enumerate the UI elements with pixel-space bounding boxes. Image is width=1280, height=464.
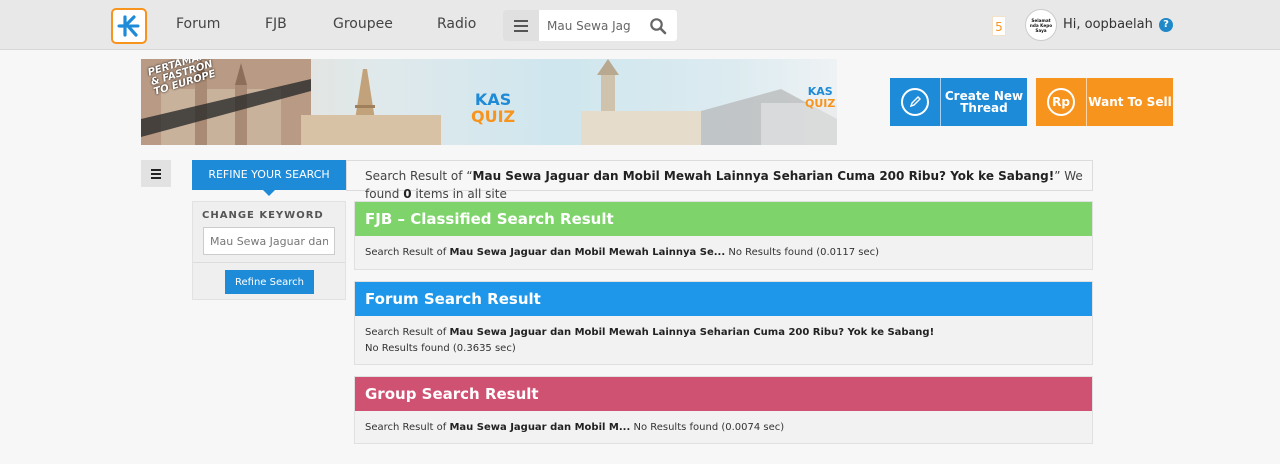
change-keyword-label: CHANGE KEYWORD xyxy=(202,210,324,221)
pencil-icon-glyph xyxy=(909,96,921,108)
fjb-result-title[interactable]: FJB – Classified Search Result xyxy=(355,202,1092,236)
group-result-panel: Group Search Result Search Result of Mau… xyxy=(354,376,1093,444)
summary-count: 0 xyxy=(403,187,412,201)
group-result-title[interactable]: Group Search Result xyxy=(355,377,1092,411)
search-input[interactable] xyxy=(547,16,635,36)
banner-kas-large: KAS xyxy=(474,90,512,109)
group-result-query: Mau Sewa Jaguar dan Mobil M... xyxy=(449,422,631,433)
search-summary: Search Result of “Mau Sewa Jaguar dan Mo… xyxy=(346,160,1093,201)
create-thread-label: Create New Thread xyxy=(944,89,1024,115)
refine-search-tab[interactable]: REFINE YOUR SEARCH xyxy=(192,160,346,196)
forum-result-query: Mau Sewa Jaguar dan Mobil Mewah Lainnya … xyxy=(449,327,935,338)
nav-fjb[interactable]: FJB xyxy=(265,16,287,32)
avatar[interactable]: Selamat nda Kepo Saya xyxy=(1025,9,1057,41)
search-summary-text: Search Result of “Mau Sewa Jaguar dan Mo… xyxy=(365,167,1085,203)
fjb-result-body: Search Result of Mau Sewa Jaguar dan Mob… xyxy=(355,236,1092,270)
rupiah-icon-box: Rp xyxy=(1036,78,1087,126)
sidebar-menu-bar xyxy=(151,168,161,171)
refine-search-button[interactable]: Refine Search xyxy=(225,270,314,294)
promo-banner[interactable]: PERTAMAX & FASTRON TO EUROPE KAS QUIZ KA… xyxy=(141,59,837,145)
summary-suffix: items in all site xyxy=(411,187,507,201)
fjb-result-status: No Results found (0.0117 sec) xyxy=(725,247,880,258)
nav-forum[interactable]: Forum xyxy=(176,16,220,32)
help-icon[interactable]: ? xyxy=(1159,18,1173,32)
search-box xyxy=(503,10,677,41)
group-result-prefix: Search Result of xyxy=(365,422,450,433)
change-keyword-panel: CHANGE KEYWORD Refine Search xyxy=(192,201,346,300)
user-greeting[interactable]: Hi, oopbaelah xyxy=(1063,17,1153,32)
top-header: Forum FJB Groupee Radio 5 Selamat nda Ke… xyxy=(0,0,1280,50)
group-result-status: No Results found (0.0074 sec) xyxy=(630,422,785,433)
nav-groupee[interactable]: Groupee xyxy=(333,16,393,32)
want-to-sell-button[interactable]: Rp Want To Sell xyxy=(1036,78,1173,126)
forum-result-body: Search Result of Mau Sewa Jaguar dan Mob… xyxy=(355,316,955,366)
sidebar-menu-bar xyxy=(151,176,161,179)
banner-kas-quiz-large: KAS QUIZ xyxy=(471,91,515,125)
fjb-result-panel: FJB – Classified Search Result Search Re… xyxy=(354,201,1093,270)
banner-quiz-large: QUIZ xyxy=(471,107,516,126)
summary-query: Mau Sewa Jaguar dan Mobil Mewah Lainnya … xyxy=(472,169,1055,183)
forum-result-title[interactable]: Forum Search Result xyxy=(355,282,1092,316)
sidebar-menu-bar xyxy=(151,172,161,175)
forum-result-prefix: Search Result of xyxy=(365,327,450,338)
forum-result-panel: Forum Search Result Search Result of Mau… xyxy=(354,281,1093,365)
rupiah-icon: Rp xyxy=(1047,88,1075,116)
nav-radio[interactable]: Radio xyxy=(437,16,476,32)
group-result-body: Search Result of Mau Sewa Jaguar dan Mob… xyxy=(355,411,1092,445)
menu-icon-glyph xyxy=(514,19,528,32)
banner-quiz-small: QUIZ xyxy=(805,97,836,110)
forum-result-status: No Results found (0.3635 sec) xyxy=(365,343,516,354)
kaskus-logo-icon[interactable] xyxy=(111,8,147,44)
notification-badge[interactable]: 5 xyxy=(992,16,1006,36)
summary-prefix: Search Result of “ xyxy=(365,169,473,183)
banner-kas-quiz-small: KAS QUIZ xyxy=(805,86,835,110)
avatar-line-3: Saya xyxy=(1035,27,1047,33)
want-to-sell-label: Want To Sell xyxy=(1088,95,1172,109)
menu-icon[interactable] xyxy=(503,10,539,41)
sidebar-menu-icon[interactable] xyxy=(141,160,171,187)
logo-mark xyxy=(117,15,140,37)
pencil-icon-box xyxy=(890,78,941,126)
fjb-result-prefix: Search Result of xyxy=(365,247,450,258)
fjb-result-query: Mau Sewa Jaguar dan Mobil Mewah Lainnya … xyxy=(449,247,726,258)
create-thread-button[interactable]: Create New Thread xyxy=(890,78,1027,126)
keyword-input[interactable] xyxy=(203,227,335,255)
search-icon[interactable] xyxy=(649,17,667,35)
pencil-icon xyxy=(901,88,929,116)
keyword-divider xyxy=(193,262,345,263)
